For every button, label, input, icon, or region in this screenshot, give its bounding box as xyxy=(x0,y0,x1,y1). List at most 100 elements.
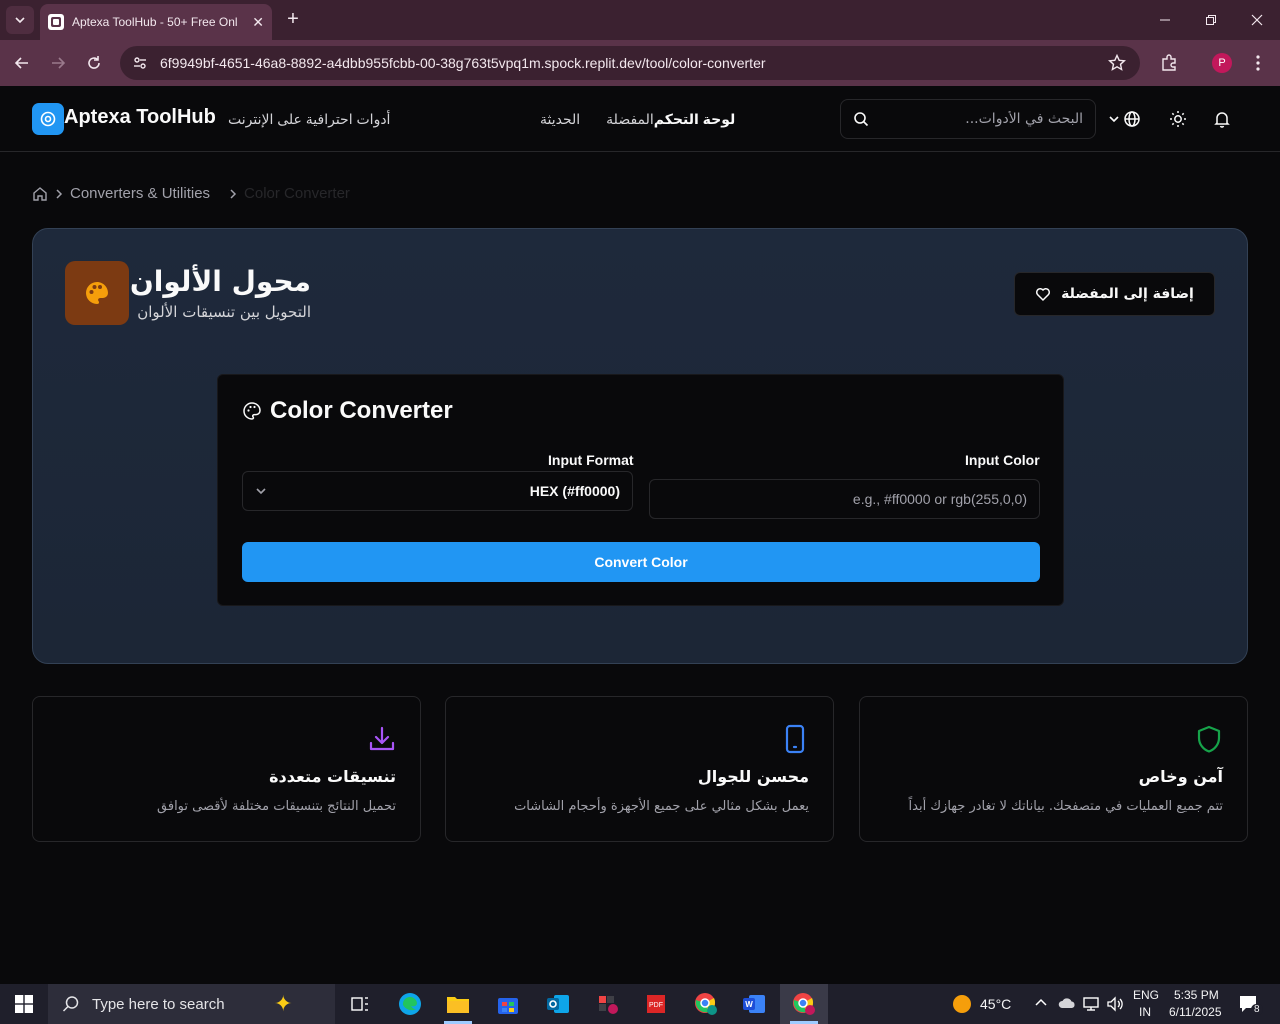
tab-favicon-icon xyxy=(48,14,64,30)
bookmark-star-icon[interactable] xyxy=(1108,54,1126,72)
tray-overflow-chevron-icon[interactable] xyxy=(1034,996,1048,1015)
search-input[interactable] xyxy=(869,111,1083,127)
back-button[interactable] xyxy=(10,51,34,75)
input-format-label: Input Format xyxy=(548,452,634,468)
minimize-button[interactable] xyxy=(1142,0,1188,40)
feature-card-secure: آمن وخاص تتم جميع العمليات في متصفحك. بي… xyxy=(859,696,1248,842)
edge-browser-icon[interactable] xyxy=(386,984,434,1024)
file-explorer-icon[interactable] xyxy=(434,984,482,1024)
chrome-active-icon[interactable] xyxy=(780,984,828,1024)
tab-close-icon[interactable]: ✕ xyxy=(252,14,264,31)
weather-sun-icon[interactable] xyxy=(952,994,972,1019)
pdf-app-icon[interactable]: PDF xyxy=(632,984,680,1024)
network-icon[interactable] xyxy=(1082,996,1100,1017)
converter-heading-text: Color Converter xyxy=(270,397,453,424)
globe-icon[interactable] xyxy=(1122,109,1142,129)
word-icon[interactable]: W xyxy=(730,984,778,1024)
windows-logo-icon xyxy=(15,995,33,1013)
breadcrumb-category[interactable]: Converters & Utilities xyxy=(70,185,210,202)
converter-heading: Color Converter xyxy=(242,397,453,425)
feature-title: تنسيقات متعددة xyxy=(269,767,396,786)
input-format-select[interactable]: HEX (#ff0000) xyxy=(242,471,633,511)
convert-color-button[interactable]: Convert Color xyxy=(242,542,1040,582)
tool-subtitle: التحويل بين تنسيقات الألوان xyxy=(137,303,311,321)
tool-card: محول الألوان التحويل بين تنسيقات الألوان… xyxy=(32,228,1248,664)
tab-search-button[interactable] xyxy=(6,6,34,34)
profile-avatar[interactable]: P xyxy=(1212,53,1232,73)
taskbar-search[interactable]: ✦ xyxy=(48,984,335,1024)
add-to-favorites-button[interactable]: إضافة إلى المفضلة xyxy=(1014,272,1215,316)
onedrive-icon[interactable] xyxy=(1058,996,1076,1015)
chevron-down-icon xyxy=(256,488,266,495)
chevron-down-icon xyxy=(15,17,25,24)
svg-text:W: W xyxy=(745,1000,753,1009)
taskbar-search-input[interactable] xyxy=(92,995,262,1013)
theme-toggle-sun-icon[interactable] xyxy=(1168,109,1188,129)
weather-temperature[interactable]: 45°C xyxy=(980,996,1011,1012)
outlook-icon[interactable] xyxy=(534,984,582,1024)
copilot-sparkle-icon[interactable]: ✦ xyxy=(274,991,292,1017)
minimize-icon xyxy=(1160,19,1170,21)
chrome-profile-t-icon[interactable] xyxy=(682,984,730,1024)
new-tab-button[interactable]: + xyxy=(282,8,304,30)
volume-icon[interactable] xyxy=(1106,996,1124,1017)
task-view-icon[interactable] xyxy=(336,984,384,1024)
logo-icon[interactable] xyxy=(32,103,64,135)
language-indicator-1[interactable]: ENG xyxy=(1133,988,1159,1002)
home-icon[interactable] xyxy=(32,186,48,202)
close-icon xyxy=(1251,14,1263,26)
palette-icon xyxy=(65,261,129,325)
add-to-favorites-label: إضافة إلى المفضلة xyxy=(1061,286,1194,302)
site-settings-icon[interactable] xyxy=(132,55,148,71)
nav-dashboard[interactable]: لوحة التحكم xyxy=(654,111,735,128)
brand-name[interactable]: Aptexa ToolHub xyxy=(64,106,216,129)
bell-icon[interactable] xyxy=(1212,109,1232,129)
reload-button[interactable] xyxy=(82,51,106,75)
nav-recent[interactable]: الحديثة xyxy=(540,111,580,128)
arrow-left-icon xyxy=(14,57,28,69)
feature-card-mobile: محسن للجوال يعمل بشكل مثالي على جميع الأ… xyxy=(445,696,834,842)
restore-icon xyxy=(1206,15,1216,25)
browser-tab-active[interactable]: Aptexa ToolHub - 50+ Free Onl ✕ xyxy=(40,4,272,40)
tool-search[interactable] xyxy=(840,99,1096,139)
feature-description: تتم جميع العمليات في متصفحك. بياناتك لا … xyxy=(908,799,1223,814)
feature-description: تحميل النتائج بتنسيقات مختلفة لأقصى تواف… xyxy=(157,799,396,814)
brand-tagline: أدوات احترافية على الإنترنت xyxy=(228,111,391,127)
svg-text:PDF: PDF xyxy=(649,1002,663,1009)
start-button[interactable] xyxy=(0,984,48,1024)
tab-title: Aptexa ToolHub - 50+ Free Onl xyxy=(72,15,238,29)
nav-favorites[interactable]: المفضلة xyxy=(606,111,654,128)
browser-toolbar: 6f9949bf-4651-46a8-8892-a4dbb955fcbb-00-… xyxy=(0,40,1280,86)
app-with-profile-icon[interactable] xyxy=(584,984,632,1024)
smartphone-icon xyxy=(779,723,811,755)
search-icon xyxy=(62,996,79,1012)
shield-icon xyxy=(1193,723,1225,755)
input-color-field[interactable] xyxy=(649,479,1040,519)
language-dropdown-chevron-icon[interactable] xyxy=(1106,109,1122,129)
url-text: 6f9949bf-4651-46a8-8892-a4dbb955fcbb-00-… xyxy=(160,55,766,71)
search-icon xyxy=(854,112,869,127)
feature-description: يعمل بشكل مثالي على جميع الأجهزة وأحجام … xyxy=(514,799,809,814)
windows-taskbar: ✦ PDF W 45°C ENG IN 5:35 xyxy=(0,984,1280,1024)
clock-time[interactable]: 5:35 PM xyxy=(1174,988,1219,1002)
more-vertical-icon xyxy=(1256,55,1260,71)
feature-card-formats: تنسيقات متعددة تحميل النتائج بتنسيقات مخ… xyxy=(32,696,421,842)
forward-button[interactable] xyxy=(46,51,70,75)
extensions-button[interactable] xyxy=(1157,51,1181,75)
microsoft-store-icon[interactable] xyxy=(484,984,532,1024)
breadcrumb: Converters & Utilities Color Converter xyxy=(32,185,350,202)
arrow-right-icon xyxy=(52,57,66,69)
browser-menu-button[interactable] xyxy=(1246,51,1270,75)
chevron-right-icon xyxy=(230,188,237,199)
language-indicator-2[interactable]: IN xyxy=(1139,1005,1151,1019)
restore-button[interactable] xyxy=(1188,0,1234,40)
reload-icon xyxy=(88,56,100,69)
clock-date[interactable]: 6/11/2025 xyxy=(1169,1005,1222,1019)
puzzle-icon xyxy=(1162,54,1176,71)
app-header: Aptexa ToolHub أدوات احترافية على الإنتر… xyxy=(0,86,1280,152)
main-nav: الحديثة المفضلة لوحة التحكم xyxy=(540,111,735,128)
close-window-button[interactable] xyxy=(1234,0,1280,40)
browser-tab-bar: Aptexa ToolHub - 50+ Free Onl ✕ + xyxy=(0,0,1280,40)
breadcrumb-current: Color Converter xyxy=(244,185,350,202)
address-bar[interactable]: 6f9949bf-4651-46a8-8892-a4dbb955fcbb-00-… xyxy=(120,46,1140,80)
